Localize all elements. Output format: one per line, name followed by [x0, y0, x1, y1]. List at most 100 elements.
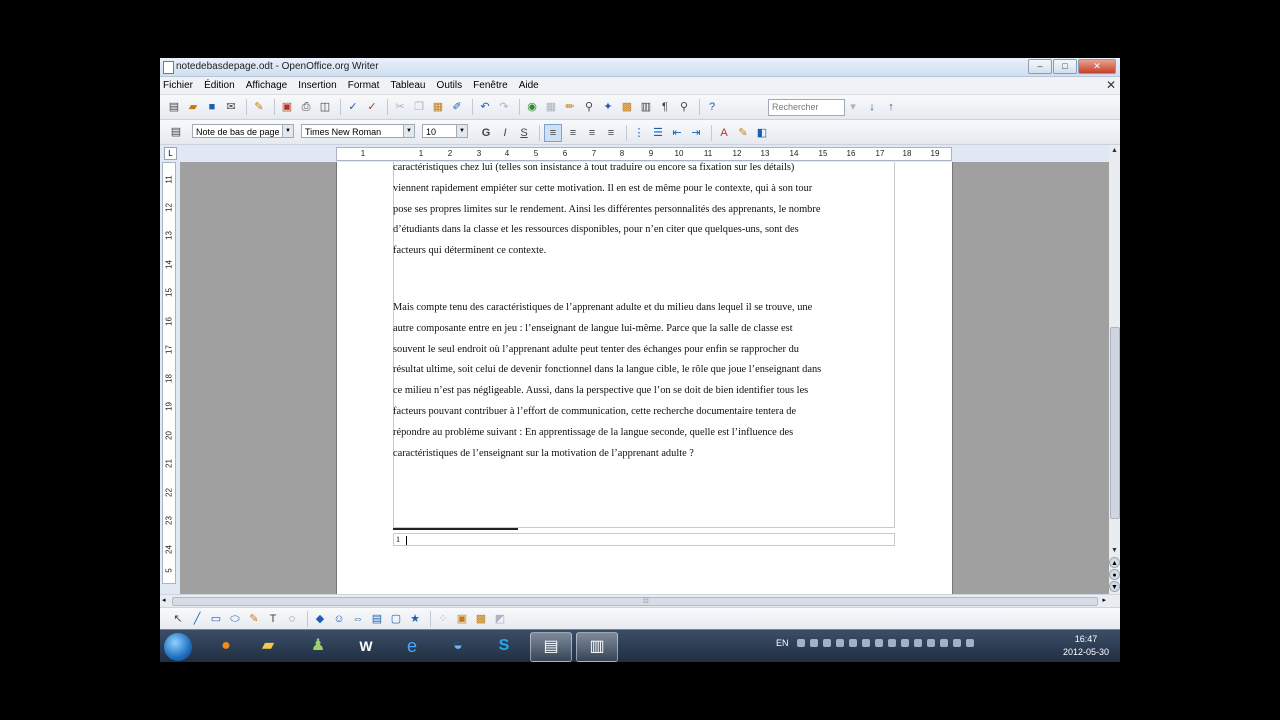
bullets-icon[interactable]: ☰: [650, 125, 666, 141]
decrease-indent-icon[interactable]: ⇤: [669, 125, 685, 141]
tray-icon[interactable]: [822, 639, 831, 647]
thunderbird-icon[interactable]: ◒: [438, 632, 478, 660]
start-button[interactable]: [164, 633, 192, 661]
menu-aide[interactable]: Aide: [516, 77, 544, 94]
align-right-icon[interactable]: ≡: [584, 125, 600, 141]
scroll-down-icon[interactable]: ▼: [1109, 545, 1120, 556]
search-dropdown-icon[interactable]: ▾: [845, 99, 861, 115]
font-size-select[interactable]: 10 ▼: [422, 124, 468, 138]
hyperlink-icon[interactable]: ◉: [524, 99, 540, 115]
navigator-icon[interactable]: ✦: [600, 99, 616, 115]
minimize-button[interactable]: –: [1028, 59, 1052, 74]
tray-icon[interactable]: [913, 639, 922, 647]
symbol-shapes-icon[interactable]: ☺: [331, 611, 347, 627]
tray-icon[interactable]: [887, 639, 896, 647]
maximize-button[interactable]: □: [1053, 59, 1077, 74]
select-arrow-icon[interactable]: ↖: [170, 611, 186, 627]
horizontal-scrollbar[interactable]: ◂ ⁞⁞⁞ ▸: [160, 594, 1120, 607]
scroll-left-icon[interactable]: ◂: [162, 596, 166, 604]
block-arrows-icon[interactable]: ⇔: [350, 611, 366, 627]
redo-icon[interactable]: ↷: [496, 99, 512, 115]
gallery-icon[interactable]: ▩: [619, 99, 635, 115]
menu-format[interactable]: Format: [345, 77, 385, 94]
paragraph-style-select[interactable]: Note de bas de page ▼: [192, 124, 294, 138]
format-paintbrush-icon[interactable]: ✐: [449, 99, 465, 115]
save-icon[interactable]: ■: [204, 99, 220, 115]
scroll-up-icon[interactable]: ▲: [1109, 145, 1120, 156]
data-sources-icon[interactable]: ▥: [638, 99, 654, 115]
rectangle-icon[interactable]: ▭: [208, 611, 224, 627]
explorer-folder-icon[interactable]: ▰: [248, 632, 288, 660]
internet-explorer-icon[interactable]: e: [392, 632, 432, 660]
extrusion-icon[interactable]: ◩: [492, 611, 508, 627]
text-icon[interactable]: T: [265, 611, 281, 627]
menu-fenetre[interactable]: Fenêtre: [470, 77, 512, 94]
tray-icon[interactable]: [809, 639, 818, 647]
network-icon[interactable]: [952, 639, 961, 647]
edit-file-icon[interactable]: ✎: [251, 99, 267, 115]
close-button[interactable]: ✕: [1078, 59, 1116, 74]
paragraph[interactable]: caractéristiques chez lui (telles son in…: [393, 162, 895, 262]
align-left-icon[interactable]: ≡: [544, 124, 562, 142]
tray-icon[interactable]: [796, 639, 805, 647]
styles-formatting-icon[interactable]: ▤: [168, 124, 184, 140]
paste-icon[interactable]: ▦: [430, 99, 446, 115]
font-color-icon[interactable]: A: [716, 125, 732, 141]
zoom-icon[interactable]: ⚲: [676, 99, 692, 115]
tray-icon[interactable]: [835, 639, 844, 647]
find-next-icon[interactable]: ↓: [864, 99, 880, 115]
menu-outils[interactable]: Outils: [434, 77, 468, 94]
tab-stop-selector[interactable]: L: [164, 147, 177, 160]
freeform-icon[interactable]: ✎: [246, 611, 262, 627]
clock[interactable]: 16:47 2012-05-30: [1056, 633, 1116, 659]
vertical-scrollbar[interactable]: ▲ ▼ ▲ ● ▼: [1109, 145, 1120, 595]
export-pdf-icon[interactable]: ▣: [279, 99, 295, 115]
background-color-icon[interactable]: ◧: [754, 125, 770, 141]
help-icon[interactable]: ?: [704, 99, 720, 115]
print-icon[interactable]: ⎙: [298, 99, 314, 115]
close-document-icon[interactable]: ✕: [1106, 78, 1116, 92]
flowchart-icon[interactable]: ▤: [369, 611, 385, 627]
search-input[interactable]: Rechercher: [768, 99, 845, 116]
messenger-icon[interactable]: ♟: [298, 632, 338, 660]
document-area[interactable]: caractéristiques chez lui (telles son in…: [180, 162, 1109, 594]
basic-shapes-icon[interactable]: ◆: [312, 611, 328, 627]
page[interactable]: caractéristiques chez lui (telles son in…: [336, 162, 953, 594]
bold-button[interactable]: G: [478, 125, 494, 141]
print-preview-icon[interactable]: ◫: [317, 99, 333, 115]
footnote-area[interactable]: 1: [393, 533, 895, 546]
font-name-select[interactable]: Times New Roman ▼: [301, 124, 415, 138]
navigation-icon[interactable]: ●: [1109, 569, 1120, 580]
menu-fichier[interactable]: Fichier: [160, 77, 198, 94]
word-icon[interactable]: W: [346, 632, 386, 660]
increase-indent-icon[interactable]: ⇥: [688, 125, 704, 141]
firefox-icon[interactable]: ●: [206, 632, 246, 660]
openoffice-taskbar-button[interactable]: ▤: [530, 632, 572, 662]
callouts-icon[interactable]: ▢: [388, 611, 404, 627]
table-icon[interactable]: ▦: [543, 99, 559, 115]
tray-icon[interactable]: [926, 639, 935, 647]
volume-icon[interactable]: [965, 639, 974, 647]
find-previous-icon[interactable]: ↑: [883, 99, 899, 115]
points-icon[interactable]: ⁘: [435, 611, 451, 627]
ellipse-icon[interactable]: ⬭: [227, 611, 243, 627]
tray-icon[interactable]: [939, 639, 948, 647]
justify-icon[interactable]: ≡: [603, 125, 619, 141]
tray-icon[interactable]: [848, 639, 857, 647]
previous-page-icon[interactable]: ▲: [1109, 557, 1120, 568]
numbering-icon[interactable]: ⋮: [631, 125, 647, 141]
language-indicator[interactable]: EN: [776, 638, 789, 648]
italic-button[interactable]: I: [497, 125, 513, 141]
copy-icon[interactable]: ❐: [411, 99, 427, 115]
underline-button[interactable]: S: [516, 125, 532, 141]
cut-icon[interactable]: ✂: [392, 99, 408, 115]
undo-icon[interactable]: ↶: [477, 99, 493, 115]
callout-icon[interactable]: ◌: [284, 611, 300, 627]
autospell-icon[interactable]: ✓: [364, 99, 380, 115]
show-draw-functions-icon[interactable]: ✏: [562, 99, 578, 115]
tray-icon[interactable]: [900, 639, 909, 647]
scroll-thumb[interactable]: [1110, 327, 1120, 519]
document-taskbar-button[interactable]: ▥: [576, 632, 618, 662]
tray-icon[interactable]: [861, 639, 870, 647]
stars-icon[interactable]: ★: [407, 611, 423, 627]
